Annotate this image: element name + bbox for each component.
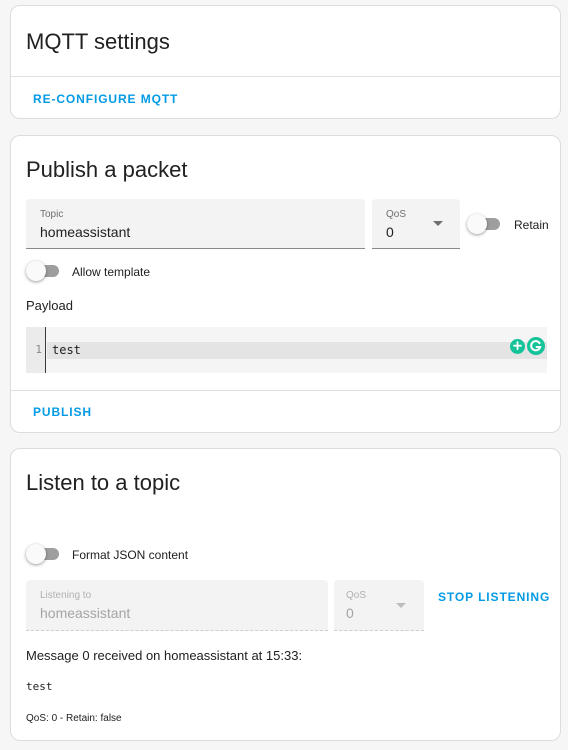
payload-label: Payload <box>26 298 73 313</box>
publish-qos-value: 0 <box>386 224 394 240</box>
topic-field-label: Topic <box>40 209 64 220</box>
listening-topic-value: homeassistant <box>40 605 131 621</box>
editor-code-line: test <box>52 343 81 357</box>
publish-divider <box>11 390 560 391</box>
retain-switch[interactable] <box>467 214 501 234</box>
allow-template-label: Allow template <box>72 265 151 279</box>
mqtt-settings-title: MQTT settings <box>26 29 170 54</box>
allow-template-switch-thumb <box>26 261 46 281</box>
publish-card: Publish a packet Topic homeassistant QoS… <box>10 135 561 433</box>
reconfigure-mqtt-button[interactable]: RE-CONFIGURE MQTT <box>33 92 178 106</box>
publish-qos-label: QoS <box>386 209 407 220</box>
listen-card: Listen to a topic Format JSON content Li… <box>10 448 561 741</box>
message-payload: test <box>26 680 53 693</box>
listen-title: Listen to a topic <box>26 470 181 495</box>
publish-title: Publish a packet <box>26 157 188 182</box>
mqtt-settings-card: MQTT settings RE-CONFIGURE MQTT <box>10 5 561 119</box>
grammarly-icon[interactable] <box>527 337 545 355</box>
publish-qos-select[interactable]: QoS 0 <box>372 199 460 249</box>
allow-template-switch[interactable] <box>26 261 60 281</box>
payload-editor[interactable]: 1 test <box>26 327 547 373</box>
retain-switch-thumb <box>467 214 487 234</box>
message-meta: QoS: 0 - Retain: false <box>26 713 122 724</box>
editor-gutter: 1 <box>26 327 46 373</box>
retain-label: Retain <box>514 218 549 232</box>
format-json-switch[interactable] <box>26 544 60 564</box>
listening-topic-field[interactable]: Listening to homeassistant <box>26 580 328 631</box>
topic-field[interactable]: Topic homeassistant <box>26 199 365 249</box>
listen-qos-label: QoS <box>346 590 367 601</box>
listen-qos-select[interactable]: QoS 0 <box>334 580 424 631</box>
line-number: 1 <box>35 343 42 356</box>
listen-qos-value: 0 <box>346 605 354 621</box>
lightbulb-icon-glyph <box>513 341 522 351</box>
format-json-switch-thumb <box>26 544 46 564</box>
topic-field-value: homeassistant <box>40 224 131 240</box>
chevron-down-icon <box>433 221 443 226</box>
editor-active-line <box>47 342 547 359</box>
format-json-label: Format JSON content <box>72 548 189 562</box>
grammarly-icon-glyph <box>530 340 542 352</box>
mqtt-settings-divider <box>11 76 560 77</box>
listening-topic-label: Listening to <box>40 590 92 601</box>
publish-button[interactable]: PUBLISH <box>33 405 92 419</box>
message-header: Message 0 received on homeassistant at 1… <box>26 648 303 663</box>
chevron-down-icon <box>396 603 406 608</box>
stop-listening-button[interactable]: STOP LISTENING <box>438 590 550 604</box>
lightbulb-icon[interactable] <box>510 339 525 354</box>
